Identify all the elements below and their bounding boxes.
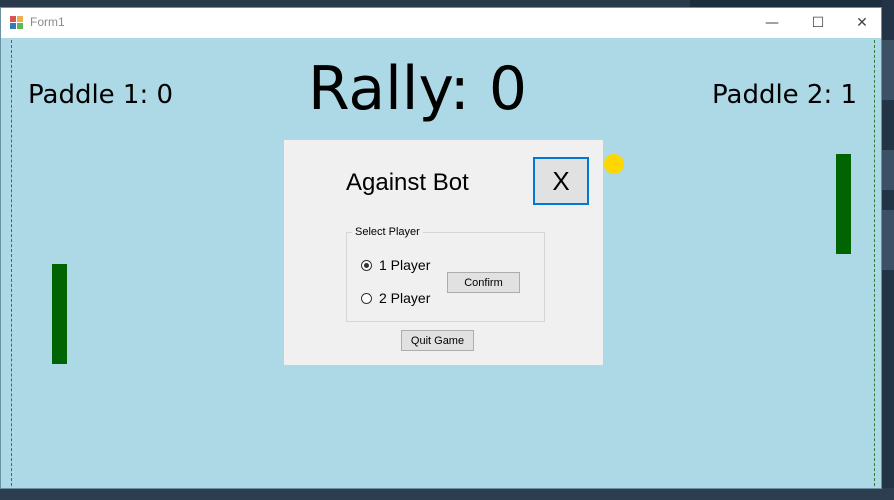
- quit-game-button[interactable]: Quit Game: [401, 330, 474, 351]
- close-icon: ✕: [856, 15, 868, 31]
- title-bar[interactable]: Form1 — ☐ ✕: [1, 8, 881, 38]
- window-title: Form1: [30, 15, 65, 29]
- game-menu-panel: Against Bot X Select Player 1 Player 2 P…: [284, 140, 603, 365]
- background-window-fragment: [882, 150, 894, 190]
- background-window-fragment: [882, 40, 894, 100]
- menu-close-button[interactable]: X: [533, 157, 589, 205]
- ball: [604, 154, 624, 174]
- confirm-button[interactable]: Confirm: [447, 272, 520, 293]
- rally-counter: Rally: 0: [308, 54, 528, 124]
- minimize-icon: —: [765, 15, 779, 31]
- paddle2-score: Paddle 2: 1: [712, 80, 858, 110]
- background-strip-bottom: [0, 488, 894, 500]
- maximize-button[interactable]: ☐: [795, 8, 841, 38]
- close-window-button[interactable]: ✕: [839, 8, 885, 38]
- select-player-legend: Select Player: [352, 226, 423, 238]
- game-window: Form1 — ☐ ✕ Paddle 1: 0 Rally: 0 Paddle …: [0, 7, 882, 489]
- minimize-button[interactable]: —: [749, 8, 795, 38]
- radio-1-player-label: 1 Player: [379, 257, 431, 273]
- radio-checked-icon: [361, 259, 372, 271]
- radio-2-player[interactable]: 2 Player: [361, 290, 430, 306]
- background-window-fragment: [882, 210, 894, 270]
- right-paddle: [836, 154, 851, 254]
- left-goal-line: [11, 40, 12, 486]
- paddle1-score: Paddle 1: 0: [28, 80, 174, 110]
- menu-title: Against Bot: [346, 169, 469, 196]
- select-player-group: Select Player 1 Player 2 Player Confirm: [346, 226, 545, 322]
- radio-2-player-label: 2 Player: [379, 290, 431, 306]
- maximize-icon: ☐: [811, 15, 825, 31]
- game-court: Paddle 1: 0 Rally: 0 Paddle 2: 1 Against…: [1, 38, 881, 488]
- radio-unchecked-icon: [361, 292, 372, 304]
- right-goal-line: [874, 40, 875, 486]
- radio-1-player[interactable]: 1 Player: [361, 257, 430, 273]
- background-strip-right: [882, 0, 894, 500]
- left-paddle: [52, 264, 67, 364]
- form-app-icon: [10, 16, 24, 29]
